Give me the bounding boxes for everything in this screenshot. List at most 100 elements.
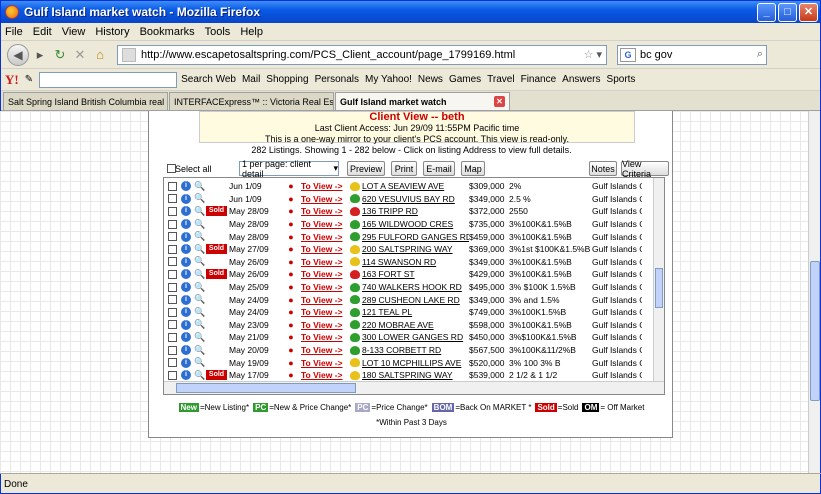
page-vertical-scrollbar[interactable] (808, 111, 820, 473)
to-view-link[interactable]: To View -> (301, 244, 348, 254)
row-checkbox[interactable] (168, 269, 177, 279)
scroll-thumb[interactable] (810, 261, 820, 401)
listing-address-link[interactable]: 121 TEAL PL (362, 307, 469, 317)
to-view-link[interactable]: To View -> (301, 257, 348, 267)
view-criteria-button[interactable]: View Criteria (621, 159, 669, 179)
listing-address-link[interactable]: 8-133 CORBETT RD (362, 345, 469, 355)
info-icon[interactable]: i (181, 370, 191, 381)
yahoo-mail[interactable]: Mail (242, 74, 260, 85)
tab-interfacexpress[interactable]: INTERFACExpress™ :: Victoria Real Est... (169, 92, 334, 110)
row-checkbox[interactable] (168, 320, 177, 330)
yahoo-logo-icon[interactable]: Y! (5, 72, 19, 88)
info-icon[interactable]: i (181, 219, 191, 230)
row-checkbox[interactable] (168, 345, 177, 355)
row-checkbox[interactable] (168, 295, 177, 305)
forward-icon[interactable]: ▸ (31, 46, 49, 64)
listing-address-link[interactable]: 220 MOBRAE AVE (362, 320, 469, 330)
reload-icon[interactable]: ↻ (51, 46, 69, 64)
info-icon[interactable]: i (181, 244, 191, 255)
tab-saltspring[interactable]: Salt Spring Island British Columbia real… (3, 92, 168, 110)
to-view-link[interactable]: To View -> (301, 181, 348, 191)
magnifier-icon[interactable]: 🔍 (194, 332, 205, 343)
to-view-link[interactable]: To View -> (301, 206, 348, 216)
listing-address-link[interactable]: 163 FORT ST (362, 269, 469, 279)
row-checkbox[interactable] (168, 194, 177, 204)
url-dropdown-icon[interactable]: ▾ (596, 48, 602, 61)
pencil-icon[interactable]: ✎ (25, 74, 33, 85)
listing-address-link[interactable]: 620 VESUVIUS BAY RD (362, 194, 469, 204)
stop-icon[interactable]: ✕ (71, 46, 89, 64)
info-icon[interactable]: i (181, 294, 191, 305)
per-page-select[interactable]: 1 per page: client detail ▾ (239, 159, 339, 179)
info-icon[interactable]: i (181, 269, 191, 280)
menu-history[interactable]: History (95, 26, 129, 38)
email-button[interactable]: E-mail (423, 161, 455, 176)
close-tab-icon[interactable]: ✕ (494, 96, 505, 107)
row-checkbox[interactable] (168, 282, 177, 292)
listing-address-link[interactable]: 289 CUSHEON LAKE RD (362, 295, 469, 305)
info-icon[interactable]: i (181, 231, 191, 242)
table-vertical-scrollbar[interactable] (653, 178, 664, 382)
yahoo-games[interactable]: Games (449, 74, 481, 85)
magnifier-icon[interactable]: 🔍 (194, 206, 205, 217)
listing-address-link[interactable]: 136 TRIPP RD (362, 206, 469, 216)
to-view-link[interactable]: To View -> (301, 320, 348, 330)
magnifier-icon[interactable]: 🔍 (194, 193, 205, 204)
yahoo-news[interactable]: News (418, 74, 443, 85)
home-icon[interactable]: ⌂ (91, 46, 109, 64)
listing-address-link[interactable]: 300 LOWER GANGES RD (362, 332, 469, 342)
to-view-link[interactable]: To View -> (301, 295, 348, 305)
magnifier-icon[interactable]: 🔍 (194, 357, 205, 368)
yahoo-my-yahoo[interactable]: My Yahoo! (365, 74, 412, 85)
listing-address-link[interactable]: 200 SALTSPRING WAY (362, 244, 469, 254)
magnifier-icon[interactable]: 🔍 (194, 181, 205, 192)
info-icon[interactable]: i (181, 206, 191, 217)
info-icon[interactable]: i (181, 357, 191, 368)
magnifier-icon[interactable]: 🔍 (194, 294, 205, 305)
info-icon[interactable]: i (181, 332, 191, 343)
notes-button[interactable]: Notes (589, 161, 617, 176)
row-checkbox[interactable] (168, 181, 177, 191)
to-view-link[interactable]: To View -> (301, 307, 348, 317)
url-bar[interactable]: http://www.escapetosaltspring.com/PCS_Cl… (117, 44, 607, 65)
row-checkbox[interactable] (168, 206, 177, 216)
row-checkbox[interactable] (168, 232, 177, 242)
magnifier-icon[interactable]: 🔍 (194, 319, 205, 330)
scroll-thumb[interactable] (655, 268, 663, 308)
title-bar[interactable]: Gulf Island market watch - Mozilla Firef… (1, 1, 820, 23)
info-icon[interactable]: i (181, 282, 191, 293)
row-checkbox[interactable] (168, 358, 177, 368)
to-view-link[interactable]: To View -> (301, 194, 348, 204)
map-button[interactable]: Map (461, 161, 485, 176)
magnifier-icon[interactable]: 🔍 (194, 244, 205, 255)
to-view-link[interactable]: To View -> (301, 345, 348, 355)
info-icon[interactable]: i (181, 181, 191, 192)
magnifier-icon[interactable]: 🔍 (194, 256, 205, 267)
magnifier-icon[interactable]: 🔍 (194, 269, 205, 280)
google-icon[interactable]: G (620, 47, 636, 62)
scroll-thumb[interactable] (176, 383, 356, 393)
yahoo-answers[interactable]: Answers (562, 74, 600, 85)
listing-address-link[interactable]: 180 SALTSPRING WAY (362, 370, 469, 380)
yahoo-search-web[interactable]: Search Web (181, 74, 236, 85)
row-checkbox[interactable] (168, 257, 177, 267)
magnifier-icon[interactable]: 🔍 (194, 282, 205, 293)
search-icon[interactable]: ⌕ (757, 48, 763, 61)
magnifier-icon[interactable]: 🔍 (194, 231, 205, 242)
info-icon[interactable]: i (181, 193, 191, 204)
to-view-link[interactable]: To View -> (301, 358, 348, 368)
row-checkbox[interactable] (168, 307, 177, 317)
row-checkbox[interactable] (168, 332, 177, 342)
print-button[interactable]: Print (391, 161, 417, 176)
menu-view[interactable]: View (62, 26, 86, 38)
listing-address-link[interactable]: LOT 10 MCPHILLIPS AVE (362, 358, 469, 368)
listing-address-link[interactable]: 114 SWANSON RD (362, 257, 469, 267)
to-view-link[interactable]: To View -> (301, 269, 348, 279)
row-checkbox[interactable] (168, 370, 177, 380)
to-view-link[interactable]: To View -> (301, 232, 348, 242)
info-icon[interactable]: i (181, 319, 191, 330)
menu-file[interactable]: File (5, 26, 23, 38)
yahoo-travel[interactable]: Travel (487, 74, 514, 85)
search-text[interactable]: bc gov (640, 49, 757, 61)
to-view-link[interactable]: To View -> (301, 332, 348, 342)
